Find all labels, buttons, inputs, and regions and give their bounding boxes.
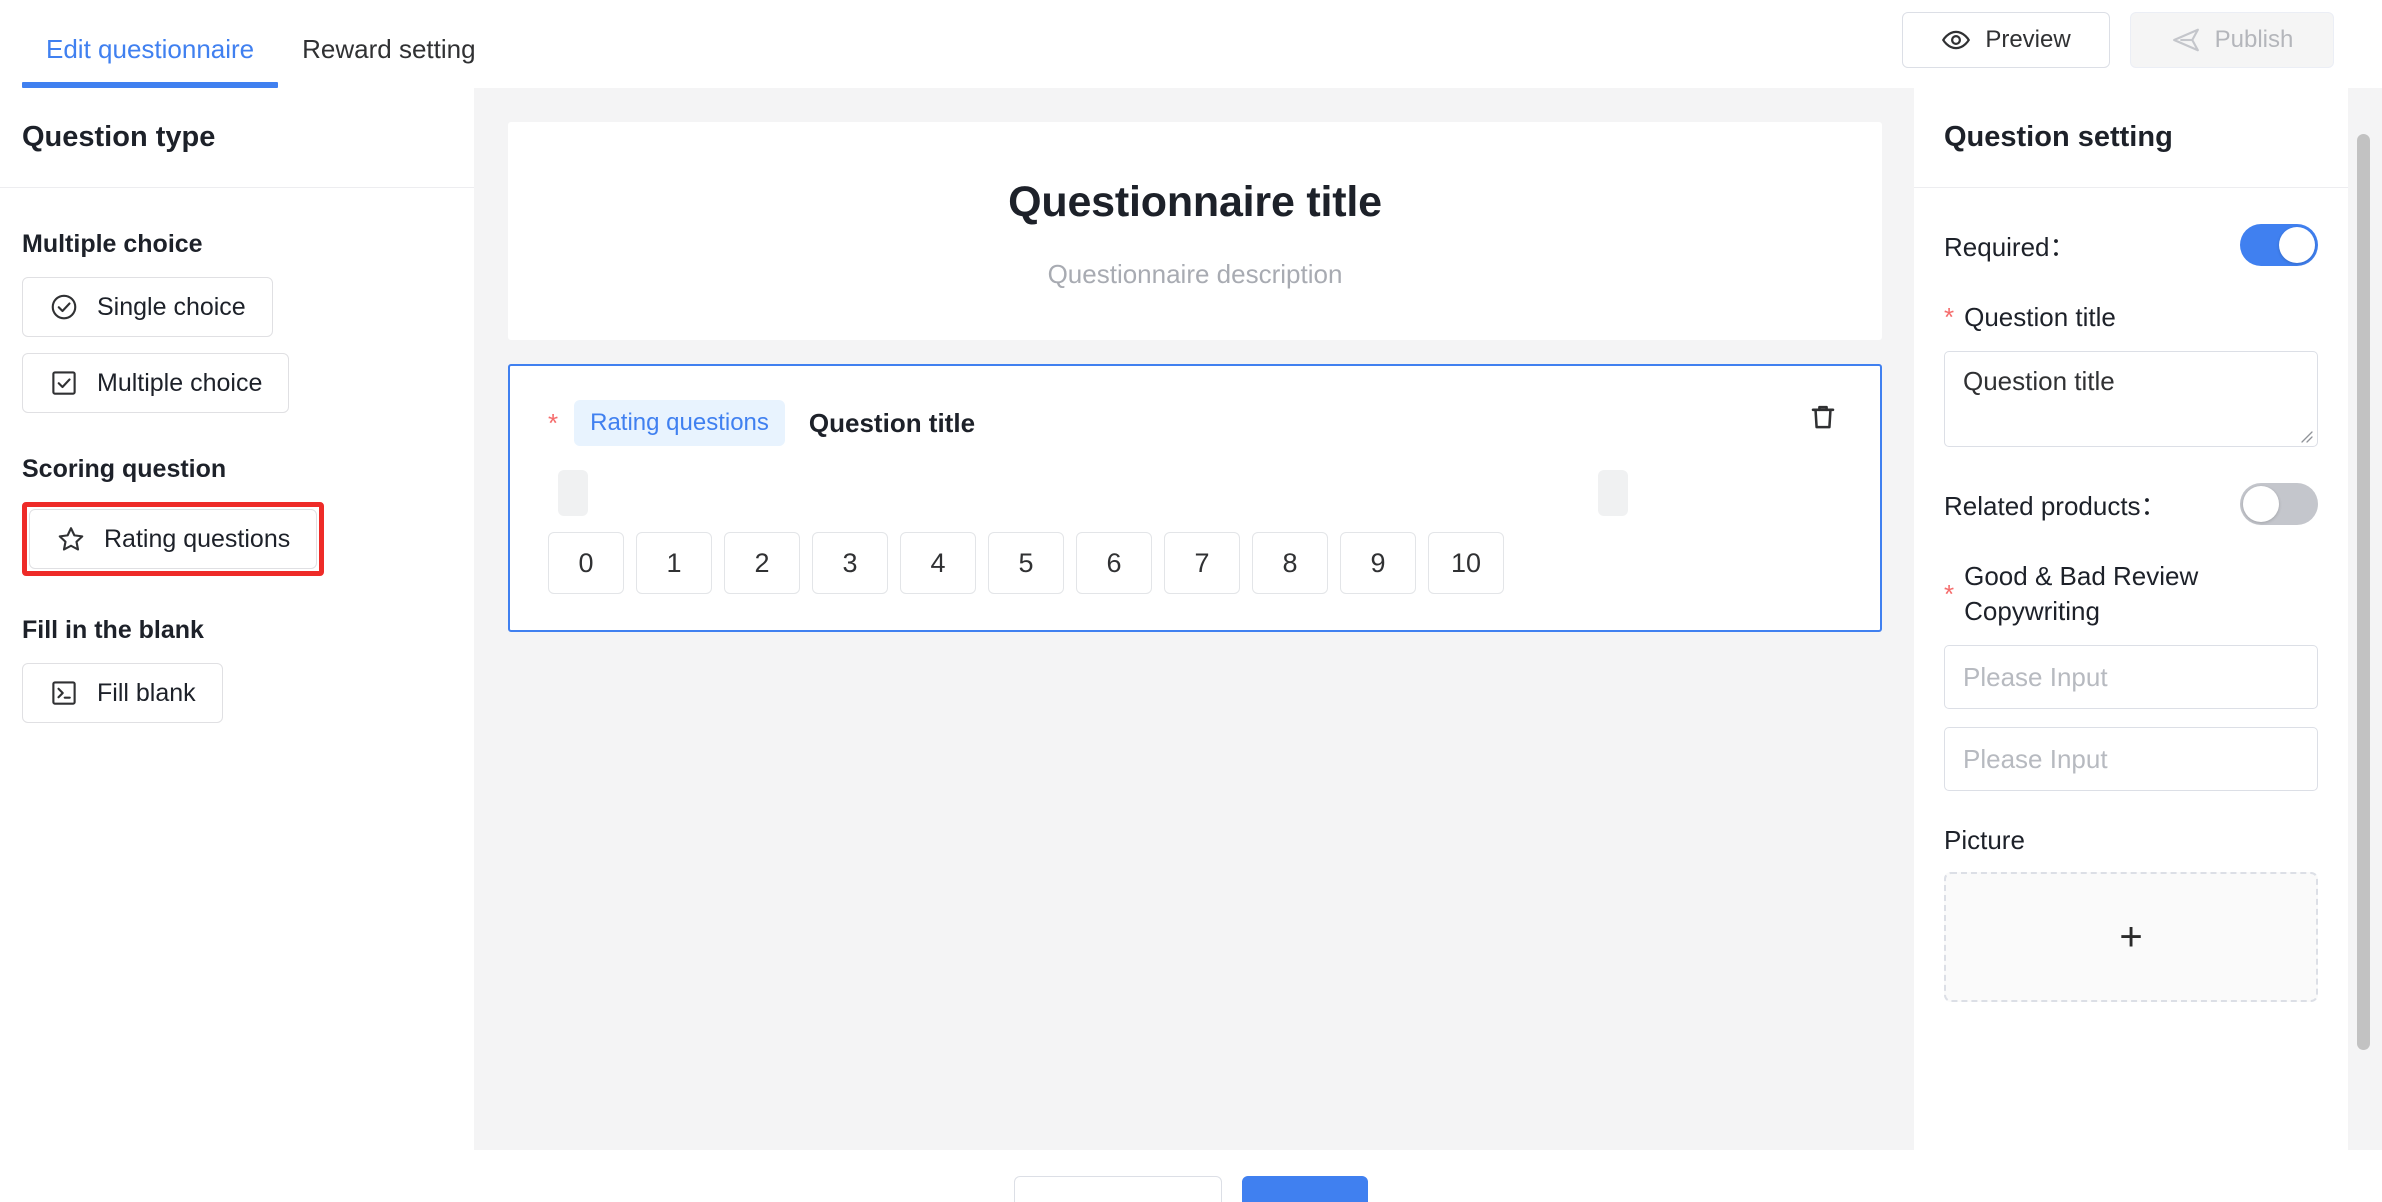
rating-option[interactable]: 8 <box>1252 532 1328 594</box>
required-toggle[interactable] <box>2240 224 2318 266</box>
rating-option[interactable]: 3 <box>812 532 888 594</box>
question-setting-body: Required： * Question title Question titl… <box>1914 188 2348 1150</box>
question-type-multiple-choice-label: Multiple choice <box>97 368 263 397</box>
review-copywriting-field-label: * Good & Bad Review Copywriting <box>1944 559 2318 629</box>
required-asterisk: * <box>548 408 559 438</box>
rating-option[interactable]: 2 <box>724 532 800 594</box>
related-products-setting-row: Related products： <box>1944 483 2318 526</box>
group-label-scoring-question: Scoring question <box>22 455 227 483</box>
rating-right-label-placeholder[interactable] <box>1598 470 1628 516</box>
review-copywriting-required-asterisk: * <box>1944 578 1955 609</box>
footer-cancel-button[interactable] <box>1014 1176 1222 1202</box>
publish-button-label: Publish <box>2214 26 2294 53</box>
terminal-icon <box>49 678 79 708</box>
group-label-fill-in-the-blank: Fill in the blank <box>22 616 204 644</box>
preview-button-label: Preview <box>1985 26 2071 53</box>
question-title-label-text: Question title <box>1964 302 2116 332</box>
question-type-multiple-choice[interactable]: Multiple choice <box>22 353 290 413</box>
question-setting-scrollbar[interactable] <box>2357 134 2370 1050</box>
rating-scale-row: 0 1 2 3 4 5 6 7 8 9 10 <box>548 532 1842 594</box>
tab-reward-setting[interactable]: Reward setting <box>278 36 499 88</box>
rating-option[interactable]: 9 <box>1340 532 1416 594</box>
footer-confirm-button[interactable] <box>1242 1176 1368 1202</box>
bad-review-copywriting-input[interactable] <box>1944 727 2318 792</box>
question-type-single-choice[interactable]: Single choice <box>22 277 273 337</box>
rating-option[interactable]: 6 <box>1076 532 1152 594</box>
trash-icon <box>1807 401 1839 438</box>
rating-questions-highlight: Rating questions <box>22 502 325 576</box>
app-root: Edit questionnaire Reward setting Previe… <box>0 0 2382 1202</box>
question-card-title: Question title <box>808 407 976 438</box>
send-icon <box>2171 25 2201 55</box>
rating-left-label-placeholder[interactable] <box>558 470 588 516</box>
picture-label: Picture <box>1944 825 2025 856</box>
required-setting-row: Required： <box>1944 224 2318 266</box>
publish-button[interactable]: Publish <box>2130 12 2334 68</box>
question-type-single-choice-label: Single choice <box>97 292 246 321</box>
rating-option[interactable]: 10 <box>1428 532 1504 594</box>
question-type-rating-questions[interactable]: Rating questions <box>29 509 318 569</box>
tab-edit-questionnaire-label: Edit questionnaire <box>46 34 255 64</box>
question-setting-title: Question setting <box>1944 121 2173 153</box>
rating-endpoint-labels <box>548 470 1842 518</box>
question-type-rating-questions-label: Rating questions <box>104 524 291 553</box>
questionnaire-canvas: Questionnaire title Questionnaire descri… <box>474 88 1914 1150</box>
rating-option[interactable]: 5 <box>988 532 1064 594</box>
header-actions: Preview Publish <box>1902 12 2334 68</box>
app-header: Edit questionnaire Reward setting Previe… <box>0 0 2382 88</box>
question-type-fill-blank[interactable]: Fill blank <box>22 663 223 723</box>
related-products-label: Related products： <box>1944 490 2167 521</box>
question-title-input[interactable] <box>1944 351 2318 448</box>
group-label-multiple-choice: Multiple choice <box>22 230 203 258</box>
preview-button[interactable]: Preview <box>1902 12 2110 68</box>
related-products-toggle[interactable] <box>2240 483 2318 526</box>
rating-option[interactable]: 7 <box>1164 532 1240 594</box>
related-products-toggle-knob <box>2243 486 2279 523</box>
eye-icon <box>1941 25 1971 55</box>
rating-option[interactable]: 1 <box>636 532 712 594</box>
questionnaire-header-card[interactable]: Questionnaire title Questionnaire descri… <box>508 122 1882 340</box>
tab-bar: Edit questionnaire Reward setting <box>0 0 500 88</box>
app-body: Question type Multiple choice Single cho… <box>0 88 2382 1150</box>
question-card-header: * Rating questions Question title <box>548 400 1842 446</box>
good-review-copywriting-input[interactable] <box>1944 645 2318 710</box>
questionnaire-title: Questionnaire title <box>1008 178 1382 226</box>
question-type-title: Question type <box>22 121 216 153</box>
circle-check-icon <box>49 292 79 322</box>
question-type-list: Multiple choice Single choice Multiple c… <box>0 188 474 739</box>
tab-edit-questionnaire[interactable]: Edit questionnaire <box>22 34 279 88</box>
required-toggle-knob <box>2279 227 2315 263</box>
star-icon <box>56 524 86 554</box>
question-type-fill-blank-label: Fill blank <box>97 678 196 707</box>
tab-reward-setting-label: Reward setting <box>302 34 476 64</box>
question-title-textarea-wrap <box>1944 351 2318 448</box>
question-type-header: Question type <box>0 88 474 188</box>
question-title-field-label: * Question title <box>1944 300 2318 335</box>
rating-option[interactable]: 4 <box>900 532 976 594</box>
required-label: Required： <box>1944 231 2076 262</box>
plus-icon: + <box>2119 915 2143 960</box>
footer-actions <box>0 1150 2382 1202</box>
delete-question-button[interactable] <box>1806 402 1840 436</box>
question-card-rating[interactable]: * Rating questions Question title 0 1 2 … <box>508 364 1882 632</box>
question-title-required-asterisk: * <box>1944 302 1955 332</box>
question-setting-panel: Question setting Required： * Question ti… <box>1914 88 2370 1150</box>
square-check-icon <box>49 368 79 398</box>
question-type-badge: Rating questions <box>574 400 785 446</box>
review-copywriting-label-text: Good & Bad Review Copywriting <box>1964 561 2199 627</box>
question-type-panel: Question type Multiple choice Single cho… <box>0 88 474 1150</box>
rating-option[interactable]: 0 <box>548 532 624 594</box>
picture-upload-area[interactable]: + <box>1944 872 2318 1003</box>
questionnaire-description: Questionnaire description <box>1047 259 1343 289</box>
question-setting-header: Question setting <box>1914 88 2348 188</box>
